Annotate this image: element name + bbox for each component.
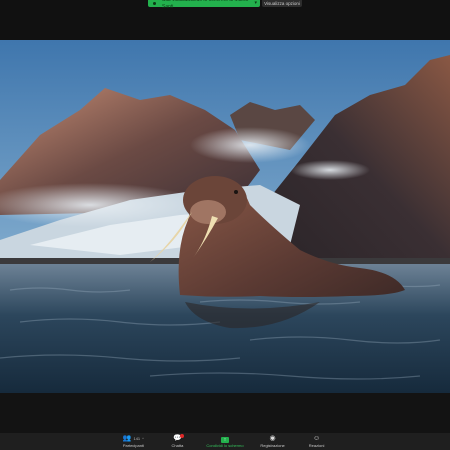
view-options-label: Visualizza opzioni: [264, 1, 300, 6]
share-screen-label: Condividi lo schermo: [206, 443, 244, 448]
screen-share-status-pill[interactable]: Stai visualizzando lo schermo di Marco S…: [148, 0, 260, 10]
participants-button[interactable]: 👥 141 ^ Partecipanti: [118, 433, 148, 448]
reactions-button[interactable]: ☺ Reazioni: [302, 433, 332, 448]
reactions-icon: ☺: [312, 435, 321, 442]
meeting-gap: [0, 393, 450, 433]
chat-label: Chatta: [171, 443, 184, 448]
record-icon: ◉: [269, 435, 276, 442]
chat-notification-badge: [180, 434, 185, 438]
shared-screen-view: [0, 40, 450, 393]
chat-button[interactable]: 💬 Chatta: [162, 433, 192, 448]
chevron-down-icon[interactable]: ▾: [254, 0, 257, 7]
record-button[interactable]: ◉ Registrazione: [258, 433, 288, 448]
view-options-button[interactable]: Visualizza opzioni: [262, 0, 302, 7]
reactions-label: Reazioni: [308, 443, 325, 448]
participants-icon: 👥: [122, 435, 132, 442]
chevron-up-icon[interactable]: ^: [142, 435, 144, 443]
share-indicator-icon: [153, 2, 156, 5]
record-label: Registrazione: [260, 443, 285, 448]
share-screen-icon: ↑: [220, 436, 229, 443]
share-status-text: Stai visualizzando lo schermo di Marco S…: [162, 0, 248, 10]
participants-count: 141: [133, 436, 141, 441]
meeting-toolbar: 👥 141 ^ Partecipanti 💬 Chatta ↑ Condivid…: [0, 433, 450, 450]
top-bar: Stai visualizzando lo schermo di Marco S…: [0, 0, 450, 40]
shared-walrus-image: [0, 40, 450, 393]
share-screen-button[interactable]: ↑ Condividi lo schermo: [206, 433, 244, 448]
participants-label: Partecipanti: [122, 443, 144, 448]
